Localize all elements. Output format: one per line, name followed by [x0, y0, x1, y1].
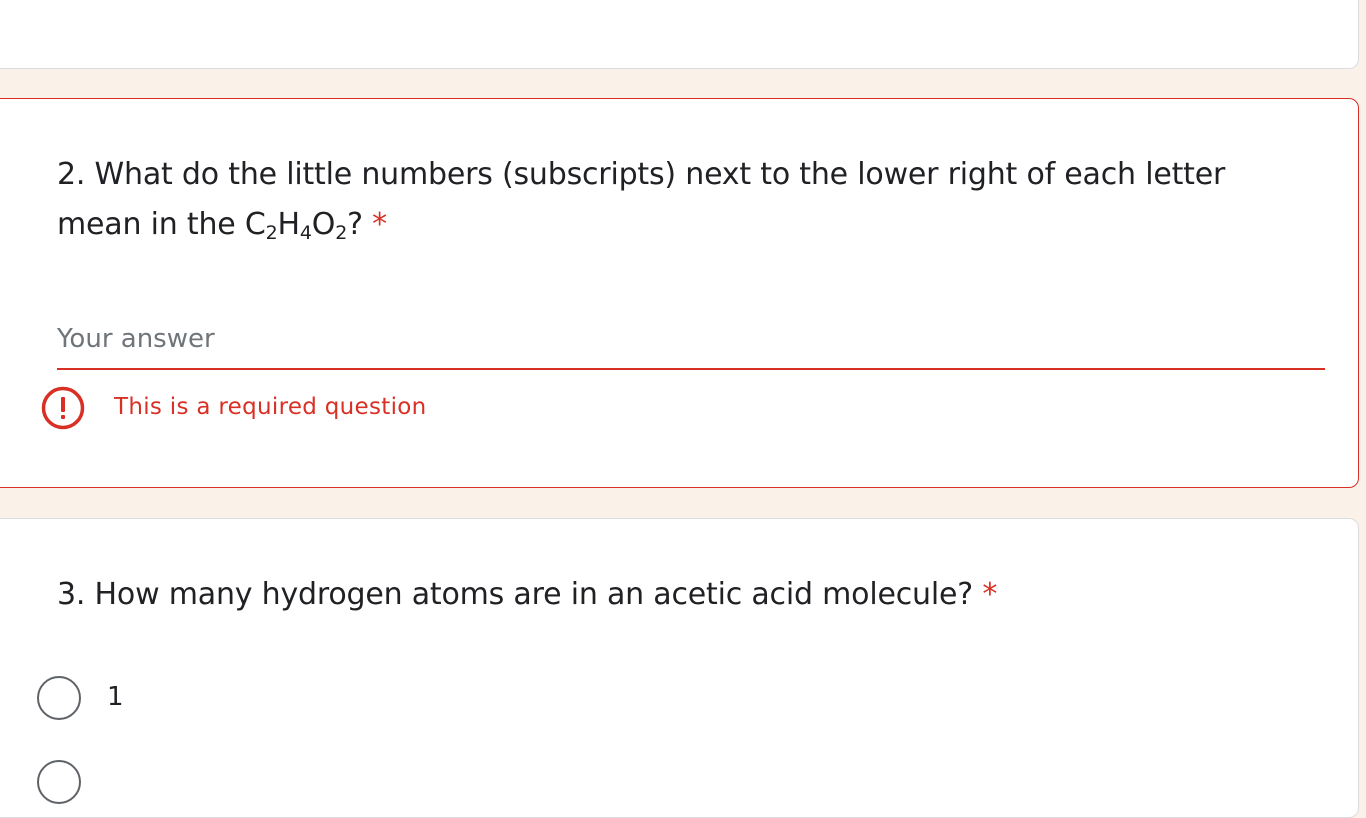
question-2-title-text: 2. What do the little numbers (subscript… [57, 157, 1226, 242]
formula-subscript-c: 2 [265, 222, 278, 244]
answer-text-field[interactable] [57, 314, 1325, 370]
radio-option-next[interactable] [37, 760, 437, 804]
error-icon [41, 386, 85, 430]
required-asterisk: * [372, 207, 387, 242]
formula-subscript-o: 2 [335, 222, 348, 244]
radio-button[interactable] [37, 760, 81, 804]
question-3-title-text: 3. How many hydrogen atoms are in an ace… [57, 577, 973, 612]
radio-option-label: 1 [107, 682, 124, 712]
formula-symbol-o: O [311, 207, 336, 242]
previous-question-card [0, 0, 1359, 69]
radio-option-1[interactable]: 1 [37, 676, 437, 720]
required-error-message: This is a required question [40, 385, 560, 431]
formula-symbol-h: H [277, 207, 301, 242]
radio-button[interactable] [37, 676, 81, 720]
question-3-title: 3. How many hydrogen atoms are in an ace… [57, 570, 997, 620]
question-2-title-end: ? [347, 207, 363, 242]
question-2-title: 2. What do the little numbers (subscript… [57, 150, 1297, 250]
formula-subscript-h: 4 [299, 222, 312, 244]
error-text: This is a required question [114, 394, 427, 420]
required-asterisk: * [982, 577, 998, 612]
